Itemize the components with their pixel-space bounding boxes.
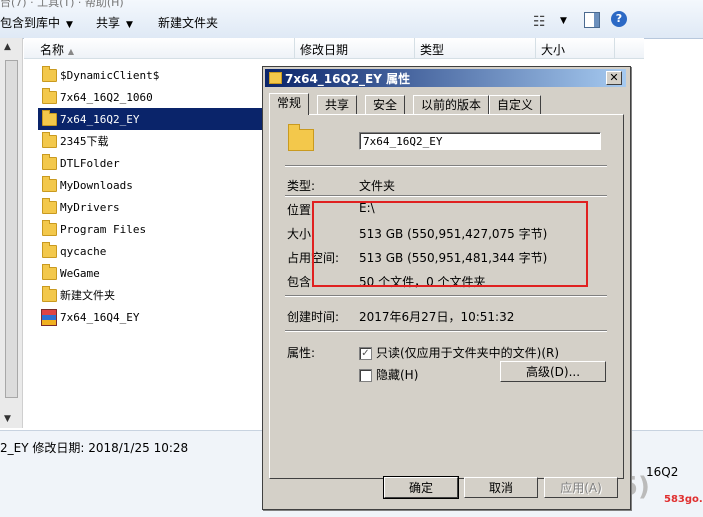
folder-icon (42, 286, 57, 302)
readonly-label[interactable]: 只读(仅应用于文件夹中的文件)(R) (376, 344, 559, 361)
file-list-item[interactable]: DTLFolder (38, 152, 263, 174)
type-value: 文件夹 (359, 179, 396, 193)
column-divider[interactable] (535, 38, 536, 58)
close-button[interactable]: ✕ (606, 71, 622, 85)
status-details: 2_EY 修改日期: 2018/1/25 10:28 (0, 441, 189, 455)
file-name: 7x64_16Q4_EY (60, 311, 140, 324)
folder-icon (288, 124, 314, 151)
file-name: qycache (60, 245, 107, 258)
file-name: Program Files (60, 223, 147, 236)
folder-icon (269, 72, 282, 84)
attributes-label: 属性: (287, 346, 316, 360)
folder-icon (42, 154, 57, 170)
size-label: 大小 (287, 227, 312, 241)
rar-archive-icon (41, 309, 57, 326)
highlight-annotation-box (312, 201, 588, 287)
advanced-button[interactable]: 高级(D)... (500, 361, 606, 382)
folder-name-input[interactable]: 7x64_16Q2_EY (359, 132, 601, 150)
file-list-item[interactable]: MyDownloads (38, 174, 263, 196)
file-list-item[interactable]: 2345下载 (38, 130, 263, 152)
chevron-down-icon: ▼ (126, 20, 133, 30)
separator (285, 165, 607, 167)
dialog-titlebar[interactable]: 7x64_16Q2_EY 属性 ✕ (265, 69, 626, 87)
share-button[interactable]: 共享 ▼ (96, 14, 133, 31)
separator (285, 295, 607, 297)
view-options-icon[interactable]: ☷ (533, 14, 546, 30)
folder-icon (42, 110, 57, 126)
scroll-up-icon[interactable]: ▲ (4, 42, 11, 52)
general-tab-panel: 7x64_16Q2_EY 类型: 文件夹 位置 E:\ 大小 513 GB (5… (269, 114, 624, 479)
file-list-item[interactable]: Program Files (38, 218, 263, 240)
tab-sharing[interactable]: 共享 (317, 95, 358, 114)
folder-icon (42, 198, 57, 214)
folder-icon (42, 132, 57, 148)
file-name: MyDrivers (60, 201, 120, 214)
cancel-button[interactable]: 取消 (464, 477, 538, 498)
apply-button[interactable]: 应用(A) (544, 477, 618, 498)
dialog-title: 7x64_16Q2_EY 属性 (285, 72, 411, 86)
column-divider[interactable] (614, 38, 615, 58)
chevron-down-icon: ▼ (66, 20, 73, 30)
folder-icon (42, 242, 57, 258)
menu-bar-remnant: 台(7) · 工具(T) · 帮助(H) (0, 0, 124, 9)
column-name[interactable]: 名称 ▲ (40, 41, 74, 58)
file-name: 2345下载 (60, 135, 109, 148)
scroll-down-icon[interactable]: ▼ (4, 414, 11, 424)
preview-pane-icon[interactable] (584, 12, 600, 28)
column-header: 名称 ▲ 修改日期 类型 大小 (24, 38, 644, 59)
created-label: 创建时间: (287, 310, 340, 324)
new-folder-button[interactable]: 新建文件夹 (158, 14, 218, 31)
readonly-checkbox[interactable]: ✓ (359, 347, 372, 360)
tab-customize[interactable]: 自定义 (489, 95, 542, 114)
include-in-library-button[interactable]: 包含到库中 ▼ (0, 14, 73, 31)
folder-icon (42, 220, 57, 236)
file-name: 7x64_16Q2_1060 (60, 91, 153, 104)
file-list-item[interactable]: qycache (38, 240, 263, 262)
properties-dialog: 7x64_16Q2_EY 属性 ✕ 常规 共享 安全 以前的版本 自定义 7x6… (262, 66, 631, 510)
file-name: 7x64_16Q2_EY (60, 113, 140, 126)
location-label: 位置 (287, 203, 312, 217)
explorer-toolbar: 台(7) · 工具(T) · 帮助(H) 包含到库中 ▼ 共享 ▼ 新建文件夹 ☷ … (0, 0, 703, 39)
vertical-scrollbar[interactable]: ▲ ▼ (0, 38, 23, 428)
file-name: $DynamicClient$ (60, 69, 160, 82)
column-modified[interactable]: 修改日期 (300, 41, 348, 58)
column-divider[interactable] (294, 38, 295, 58)
separator (285, 195, 607, 197)
chevron-down-icon[interactable]: ▼ (560, 16, 567, 26)
contains-label: 包含 (287, 275, 312, 289)
column-type[interactable]: 类型 (420, 41, 444, 58)
folder-icon (42, 88, 57, 104)
tab-general[interactable]: 常规 (269, 93, 310, 115)
file-list-item[interactable]: $DynamicClient$ (38, 64, 263, 86)
file-list-item[interactable]: WeGame (38, 262, 263, 284)
file-list-item[interactable]: MyDrivers (38, 196, 263, 218)
watermark-text: 583go.com (664, 494, 703, 505)
folder-icon (42, 66, 57, 82)
hidden-label[interactable]: 隐藏(H) (376, 366, 418, 383)
scrollbar-thumb[interactable] (5, 60, 18, 398)
file-name: 新建文件夹 (60, 289, 115, 302)
sort-ascending-icon: ▲ (67, 47, 74, 56)
help-icon[interactable]: ? (611, 11, 627, 27)
column-size[interactable]: 大小 (541, 41, 565, 58)
file-name: WeGame (60, 267, 100, 280)
file-name: MyDownloads (60, 179, 133, 192)
separator (285, 330, 607, 332)
file-list-item[interactable]: 7x64_16Q2_EY (38, 108, 263, 130)
column-divider[interactable] (414, 38, 415, 58)
file-list-item[interactable]: 7x64_16Q4_EY (38, 306, 263, 328)
tab-security[interactable]: 安全 (365, 95, 406, 114)
type-label: 类型: (287, 179, 316, 193)
tab-previous-versions[interactable]: 以前的版本 (413, 95, 490, 114)
folder-icon (42, 264, 57, 280)
file-list-item[interactable]: 7x64_16Q2_1060 (38, 86, 263, 108)
created-value: 2017年6月27日，10:51:32 (359, 310, 515, 324)
file-list-item[interactable]: 新建文件夹 (38, 284, 263, 306)
ok-button[interactable]: 确定 (383, 476, 459, 499)
file-name: DTLFolder (60, 157, 120, 170)
hidden-checkbox[interactable] (359, 369, 372, 382)
file-list: $DynamicClient$ 7x64_16Q2_1060 7x64_16Q2_E… (38, 64, 263, 328)
folder-icon (42, 176, 57, 192)
